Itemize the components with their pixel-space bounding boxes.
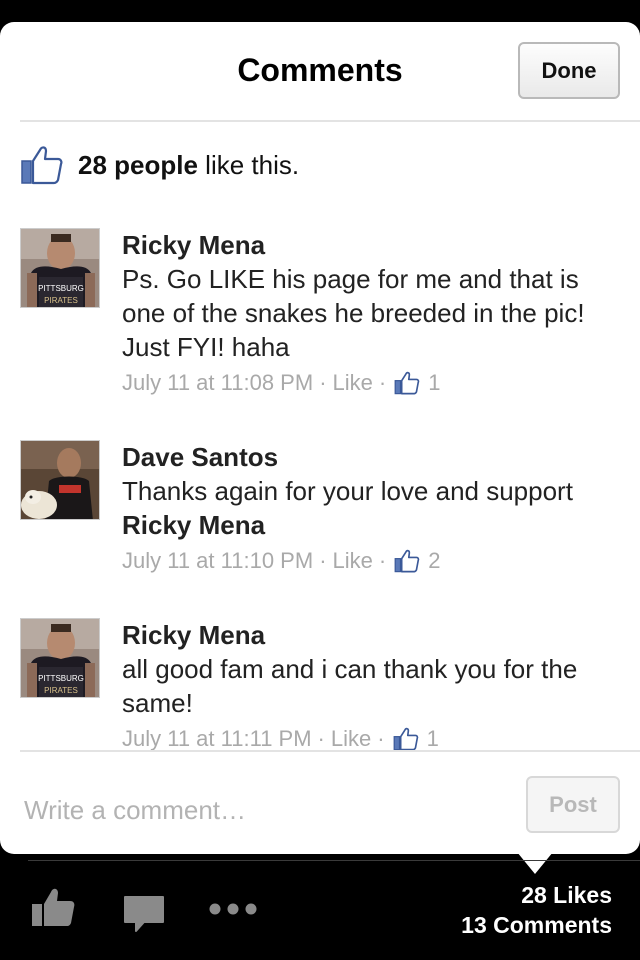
likes-total: 28 Likes <box>521 882 612 908</box>
meta-separator: · <box>319 548 327 573</box>
comment-author[interactable]: Ricky Mena <box>122 618 620 652</box>
likes-summary[interactable]: 28 people like this. <box>20 135 299 195</box>
comment-time: July 11 at 11:08 PM <box>122 370 314 395</box>
comment-text-content: Thanks again for your love and support <box>122 476 573 506</box>
comment-composer: Post <box>0 770 640 854</box>
avatar[interactable]: PITTSBURG PIRATES <box>20 228 100 308</box>
comment-body: Dave Santos Thanks again for your love a… <box>122 440 620 578</box>
comment-meta: July 11 at 11:10 PM · Like · 2 <box>122 544 620 578</box>
comment-body: Ricky Mena all good fam and i can thank … <box>122 618 620 756</box>
meta-separator: · <box>319 370 327 395</box>
comment-like-count: 1 <box>428 370 441 395</box>
comment-mention[interactable]: Ricky Mena <box>122 508 620 542</box>
thumbs-up-icon <box>21 146 63 185</box>
thumbs-up-icon <box>394 549 420 573</box>
meta-separator: · <box>378 548 387 573</box>
avatar-ricky-image: PITTSBURG PIRATES <box>21 229 99 307</box>
likes-count: 28 people <box>78 149 198 180</box>
more-dots-icon[interactable] <box>208 902 258 916</box>
header-divider <box>20 120 640 122</box>
speech-bubble-icon[interactable] <box>122 894 166 934</box>
comment-body: Ricky Mena Ps. Go LIKE his page for me a… <box>122 228 620 400</box>
comment-like-link[interactable]: Like <box>333 366 373 400</box>
comment-time: July 11 at 11:10 PM <box>122 548 314 573</box>
comment-like-link[interactable]: Like <box>333 544 373 578</box>
comment-author[interactable]: Dave Santos <box>122 440 620 474</box>
svg-text:PITTSBURG: PITTSBURG <box>38 674 84 683</box>
comment-text: Thanks again for your love and support R… <box>122 474 620 542</box>
comment-text: all good fam and i can thank you for the… <box>122 654 578 718</box>
composer-divider <box>20 750 640 752</box>
comment-like-count: 2 <box>428 548 441 573</box>
avatar[interactable]: PITTSBURG PIRATES <box>20 618 100 698</box>
post-button[interactable]: Post <box>526 776 620 833</box>
comment-author[interactable]: Ricky Mena <box>122 228 620 262</box>
toolbar-divider <box>28 860 640 861</box>
bottom-toolbar: 28 Likes 13 Comments <box>0 862 640 960</box>
comment-input[interactable] <box>24 788 504 832</box>
thumbs-up-icon <box>393 727 418 751</box>
comment-text: Ps. Go LIKE his page for me and that is … <box>122 264 585 362</box>
thumbs-up-icon <box>394 371 420 395</box>
thumbs-up-icon[interactable] <box>30 884 76 928</box>
header: Comments Done <box>0 22 640 122</box>
meta-separator: · <box>378 370 387 395</box>
svg-text:PITTSBURG: PITTSBURG <box>38 284 84 293</box>
likes-suffix: like this. <box>197 149 300 180</box>
comments-sheet: Comments Done 28 people like this. PITTS… <box>0 22 640 854</box>
comments-total: 13 Comments <box>461 912 612 938</box>
done-button[interactable]: Done <box>518 42 620 99</box>
engagement-counts[interactable]: 28 Likes 13 Comments <box>461 880 612 940</box>
comment-meta: July 11 at 11:08 PM · Like · 1 <box>122 366 620 400</box>
avatar-dave-image <box>21 441 99 519</box>
svg-text:PIRATES: PIRATES <box>44 686 78 695</box>
avatar[interactable] <box>20 440 100 520</box>
svg-text:PIRATES: PIRATES <box>44 296 78 305</box>
likes-label: 28 people like this. <box>78 150 299 181</box>
avatar-ricky-image: PITTSBURG PIRATES <box>21 619 99 697</box>
